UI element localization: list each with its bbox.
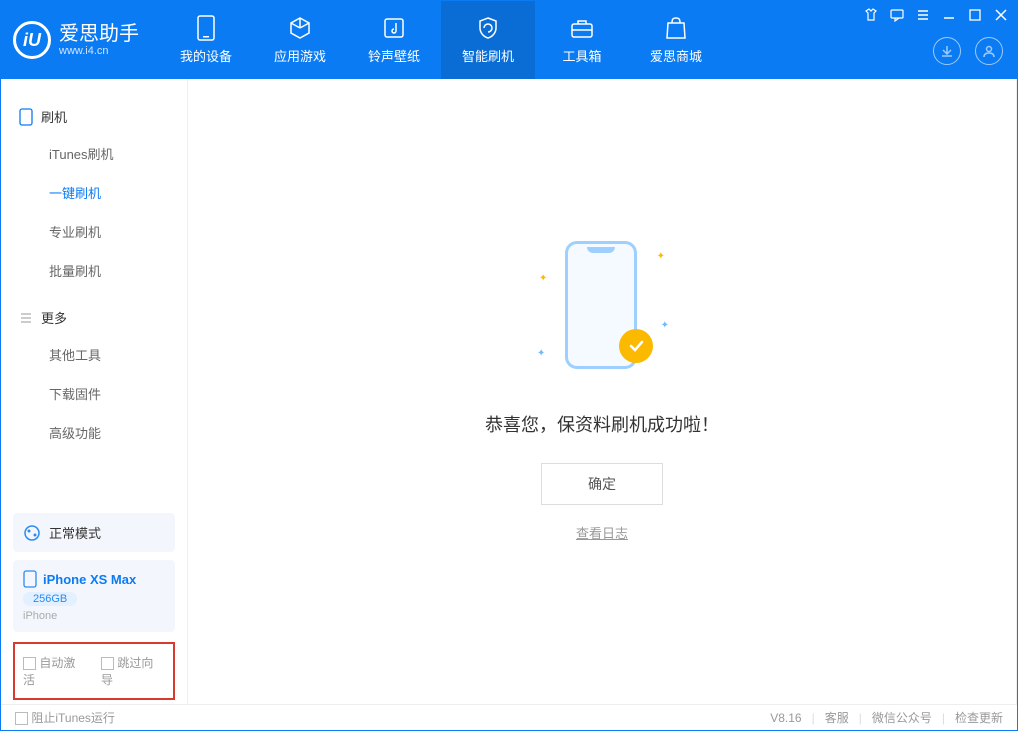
checkbox-icon xyxy=(23,657,36,670)
nav-label: 工具箱 xyxy=(562,46,601,65)
wechat-link[interactable]: 微信公众号 xyxy=(872,709,932,726)
sidebar-item-download-firmware[interactable]: 下载固件 xyxy=(1,374,187,413)
mode-icon xyxy=(23,524,41,542)
music-note-icon xyxy=(382,16,406,40)
header-actions xyxy=(933,37,1003,65)
close-icon[interactable] xyxy=(993,7,1009,23)
sidebar-item-advanced[interactable]: 高级功能 xyxy=(1,413,187,452)
logo-icon: iU xyxy=(13,21,51,59)
device-type: iPhone xyxy=(23,610,165,622)
tshirt-icon[interactable] xyxy=(863,7,879,23)
checkmark-badge-icon xyxy=(619,329,653,363)
sidebar-item-other-tools[interactable]: 其他工具 xyxy=(1,335,187,374)
sidebar-item-itunes-flash[interactable]: iTunes刷机 xyxy=(1,134,187,173)
header: iU 爱思助手 www.i4.cn 我的设备 应用游戏 铃声壁纸 智能刷机 工具… xyxy=(1,1,1017,79)
nav-ringtones[interactable]: 铃声壁纸 xyxy=(347,1,441,79)
checkbox-skip-guide[interactable]: 跳过向导 xyxy=(101,654,165,688)
section-title: 刷机 xyxy=(41,107,67,126)
sidebar-item-oneclick-flash[interactable]: 一键刷机 xyxy=(1,173,187,212)
refresh-shield-icon xyxy=(476,16,500,40)
nav-label: 我的设备 xyxy=(180,46,232,65)
sparkle-icon: ✦ xyxy=(539,273,547,284)
top-nav: 我的设备 应用游戏 铃声壁纸 智能刷机 工具箱 爱思商城 xyxy=(159,1,723,79)
device-small-icon xyxy=(23,570,37,588)
nav-label: 应用游戏 xyxy=(274,46,326,65)
main-content: ✦ ✦ ✦ ✦ 恭喜您，保资料刷机成功啦！ 确定 查看日志 xyxy=(187,79,1017,704)
nav-toolbox[interactable]: 工具箱 xyxy=(535,1,629,79)
maximize-icon[interactable] xyxy=(967,7,983,23)
checkbox-auto-activate[interactable]: 自动激活 xyxy=(23,654,87,688)
nav-store[interactable]: 爱思商城 xyxy=(629,1,723,79)
checkbox-icon xyxy=(15,712,28,725)
status-bar: 阻止iTunes运行 V8.16 | 客服 | 微信公众号 | 检查更新 xyxy=(1,704,1017,730)
device-info-box[interactable]: iPhone XS Max 256GB iPhone xyxy=(13,560,175,632)
sidebar-item-pro-flash[interactable]: 专业刷机 xyxy=(1,212,187,251)
nav-smart-flash[interactable]: 智能刷机 xyxy=(441,1,535,79)
device-capacity: 256GB xyxy=(23,592,77,606)
list-icon xyxy=(19,311,33,325)
nav-apps-games[interactable]: 应用游戏 xyxy=(253,1,347,79)
app-domain: www.i4.cn xyxy=(59,45,139,57)
device-name-text: iPhone XS Max xyxy=(43,572,136,587)
mode-label: 正常模式 xyxy=(49,523,101,542)
menu-icon[interactable] xyxy=(915,7,931,23)
success-message: 恭喜您，保资料刷机成功啦！ xyxy=(485,411,719,437)
support-link[interactable]: 客服 xyxy=(825,709,849,726)
sparkle-icon: ✦ xyxy=(661,320,669,331)
sidebar-section-more: 更多 xyxy=(1,300,187,335)
checkbox-block-itunes[interactable]: 阻止iTunes运行 xyxy=(15,709,115,726)
nav-label: 智能刷机 xyxy=(462,46,514,65)
sidebar-section-flash: 刷机 xyxy=(1,99,187,134)
sparkle-icon: ✦ xyxy=(537,348,545,359)
window-controls xyxy=(863,7,1009,23)
check-update-link[interactable]: 检查更新 xyxy=(955,709,1003,726)
nav-label: 爱思商城 xyxy=(650,46,702,65)
ok-button[interactable]: 确定 xyxy=(541,463,663,505)
phone-small-icon xyxy=(19,108,33,126)
feedback-icon[interactable] xyxy=(889,7,905,23)
sidebar: 刷机 iTunes刷机 一键刷机 专业刷机 批量刷机 更多 其他工具 下载固件 … xyxy=(1,79,187,704)
sparkle-icon: ✦ xyxy=(657,251,665,262)
nav-label: 铃声壁纸 xyxy=(368,46,420,65)
minimize-icon[interactable] xyxy=(941,7,957,23)
download-icon[interactable] xyxy=(933,37,961,65)
app-logo: iU 爱思助手 www.i4.cn xyxy=(13,21,159,59)
checkbox-icon xyxy=(101,657,114,670)
device-mode-box[interactable]: 正常模式 xyxy=(13,513,175,552)
view-log-link[interactable]: 查看日志 xyxy=(576,523,628,542)
device-icon xyxy=(194,16,218,40)
section-title: 更多 xyxy=(41,308,67,327)
cube-icon xyxy=(288,16,312,40)
highlighted-options: 自动激活 跳过向导 xyxy=(13,642,175,700)
success-illustration: ✦ ✦ ✦ ✦ xyxy=(557,241,647,381)
version-label: V8.16 xyxy=(770,711,801,725)
checkbox-label: 阻止iTunes运行 xyxy=(31,711,115,725)
bag-icon xyxy=(664,16,688,40)
app-name: 爱思助手 xyxy=(59,23,139,45)
user-icon[interactable] xyxy=(975,37,1003,65)
toolbox-icon xyxy=(570,16,594,40)
sidebar-item-batch-flash[interactable]: 批量刷机 xyxy=(1,251,187,290)
nav-my-device[interactable]: 我的设备 xyxy=(159,1,253,79)
